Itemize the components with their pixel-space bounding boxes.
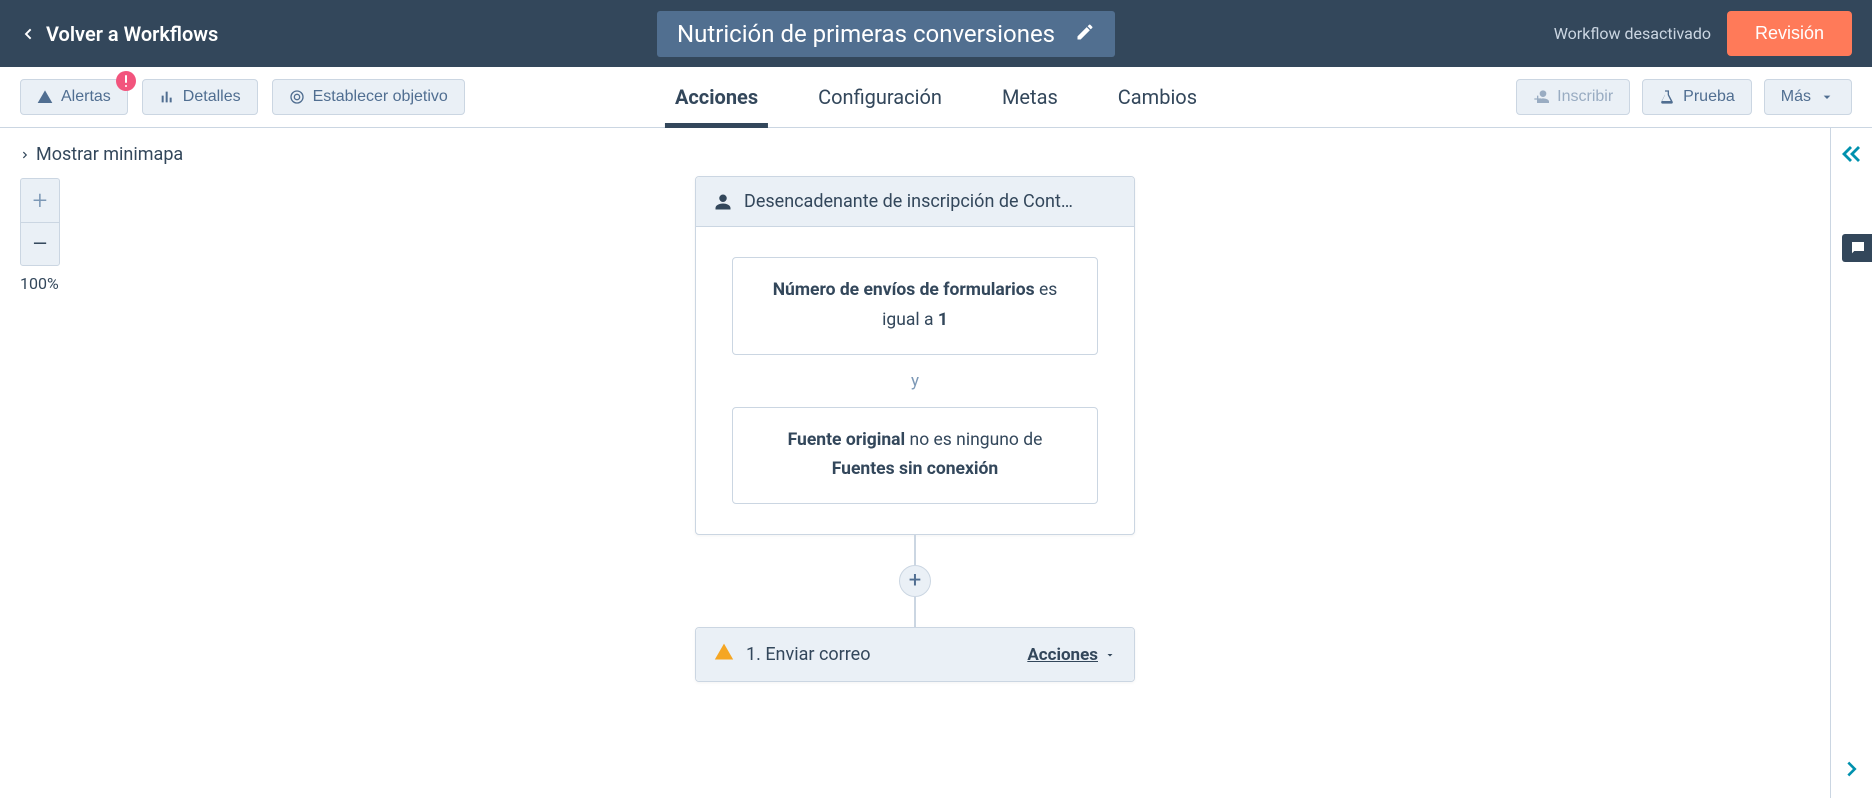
chevron-right-icon bbox=[1841, 758, 1863, 780]
workflow-title-edit[interactable]: Nutrición de primeras conversiones bbox=[657, 11, 1115, 57]
trigger-card-body: Número de envíos de formularios es igual… bbox=[696, 227, 1134, 534]
contact-icon bbox=[714, 193, 732, 211]
add-step-button[interactable]: + bbox=[899, 565, 931, 597]
back-to-workflows-link[interactable]: Volver a Workflows bbox=[20, 22, 218, 46]
chevron-left-icon bbox=[20, 26, 36, 42]
filter1-property: Número de envíos de formularios bbox=[773, 280, 1035, 300]
enrollment-trigger-card[interactable]: Desencadenante de inscripción de Cont… N… bbox=[695, 176, 1135, 535]
alerts-label: Alertas bbox=[61, 88, 111, 106]
zoom-in-button[interactable]: + bbox=[20, 178, 60, 222]
details-label: Detalles bbox=[183, 88, 241, 106]
caret-down-icon bbox=[1819, 89, 1835, 105]
tab-changes[interactable]: Cambios bbox=[1118, 67, 1197, 127]
test-label: Prueba bbox=[1683, 88, 1735, 106]
step1-title: 1. Enviar correo bbox=[746, 644, 870, 665]
more-label: Más bbox=[1781, 88, 1811, 106]
show-minimap-toggle[interactable]: Mostrar minimapa bbox=[20, 144, 183, 165]
alerts-button-wrap: Alertas bbox=[20, 79, 128, 115]
step1-actions-menu[interactable]: Acciones bbox=[1027, 645, 1116, 665]
warning-icon bbox=[714, 642, 734, 667]
tab-actions[interactable]: Acciones bbox=[675, 67, 758, 127]
step1-actions-label: Acciones bbox=[1027, 645, 1098, 665]
double-chevron-left-icon bbox=[1840, 142, 1864, 166]
enroll-button: Inscribir bbox=[1516, 79, 1630, 115]
more-button[interactable]: Más bbox=[1764, 79, 1852, 115]
filter1-value: 1 bbox=[938, 310, 948, 330]
filter2-property: Fuente original bbox=[788, 430, 906, 450]
tab-goals[interactable]: Metas bbox=[1002, 67, 1058, 127]
filter-1[interactable]: Número de envíos de formularios es igual… bbox=[732, 257, 1098, 355]
filter-2[interactable]: Fuente original no es ninguno de Fuentes… bbox=[732, 407, 1098, 505]
sub-header: Alertas Detalles Establecer objetivo Acc… bbox=[0, 67, 1872, 128]
connector-line bbox=[914, 597, 916, 627]
trigger-card-header: Desencadenante de inscripción de Cont… bbox=[696, 177, 1134, 227]
filter2-value: Fuentes sin conexión bbox=[832, 459, 998, 479]
details-button[interactable]: Detalles bbox=[142, 79, 258, 115]
goal-label: Establecer objetivo bbox=[313, 88, 448, 106]
minimap-label: Mostrar minimapa bbox=[36, 144, 183, 165]
workflow-title-text: Nutrición de primeras conversiones bbox=[677, 20, 1055, 48]
filter-and: y bbox=[911, 367, 919, 395]
comments-button[interactable] bbox=[1842, 234, 1872, 262]
trigger-title: Desencadenante de inscripción de Cont… bbox=[744, 191, 1116, 212]
bar-chart-icon bbox=[159, 89, 175, 105]
pencil-icon bbox=[1075, 22, 1095, 46]
back-label: Volver a Workflows bbox=[46, 22, 218, 46]
target-icon bbox=[289, 89, 305, 105]
review-button[interactable]: Revisión bbox=[1727, 11, 1852, 56]
step1-header: 1. Enviar correo Acciones bbox=[696, 628, 1134, 681]
step-1-send-email-card[interactable]: 1. Enviar correo Acciones bbox=[695, 627, 1135, 682]
center-tabs: Acciones Configuración Metas Cambios bbox=[675, 67, 1197, 127]
filter2-operator: no es ninguno de bbox=[905, 430, 1042, 450]
alerts-button[interactable]: Alertas bbox=[20, 79, 128, 115]
zoom-out-button[interactable]: − bbox=[20, 222, 60, 266]
enroll-label: Inscribir bbox=[1557, 88, 1613, 106]
caret-down-icon bbox=[1104, 649, 1116, 661]
set-goal-button[interactable]: Establecer objetivo bbox=[272, 79, 465, 115]
workflow-status: Workflow desactivado bbox=[1554, 24, 1711, 43]
chat-bubble-icon bbox=[1849, 239, 1867, 257]
top-header: Volver a Workflows Nutrición de primeras… bbox=[0, 0, 1872, 67]
collapse-panel-button[interactable] bbox=[1840, 142, 1864, 170]
test-button[interactable]: Prueba bbox=[1642, 79, 1752, 115]
next-panel-button[interactable] bbox=[1841, 758, 1863, 784]
workflow-flow: Desencadenante de inscripción de Cont… N… bbox=[695, 176, 1135, 682]
flask-icon bbox=[1659, 89, 1675, 105]
zoom-percent: 100% bbox=[20, 274, 60, 293]
alert-badge-icon bbox=[116, 71, 136, 91]
workflow-canvas[interactable]: Mostrar minimapa + − 100% Desencadenante… bbox=[0, 128, 1830, 798]
tab-config[interactable]: Configuración bbox=[818, 67, 942, 127]
left-toolbar: Alertas Detalles Establecer objetivo bbox=[20, 79, 465, 115]
side-rail bbox=[1830, 128, 1872, 798]
person-plus-icon bbox=[1533, 89, 1549, 105]
warning-triangle-icon bbox=[37, 89, 53, 105]
connector-line bbox=[914, 535, 916, 565]
chevron-right-icon bbox=[20, 150, 30, 160]
title-wrap: Nutrición de primeras conversiones bbox=[218, 11, 1553, 57]
zoom-controls: + − 100% bbox=[20, 178, 60, 293]
right-toolbar: Inscribir Prueba Más bbox=[1516, 79, 1852, 115]
